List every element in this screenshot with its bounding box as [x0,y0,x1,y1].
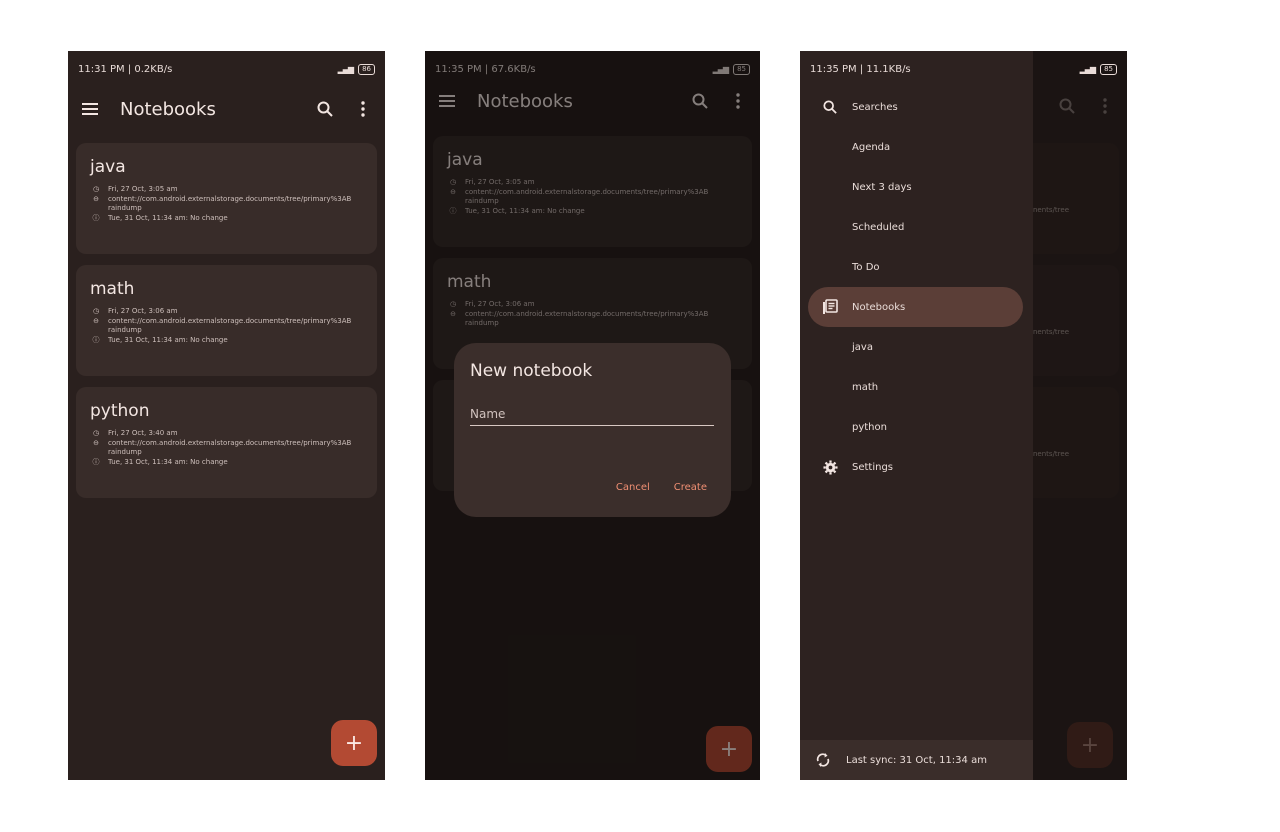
info-icon: ⓘ [92,336,100,344]
link-icon: ⊖ [93,317,99,325]
notebook-card-python[interactable]: python ◷ Fri, 27 Oct, 3:40 am ⊖ content://… [76,387,377,498]
notebook-path: content://com.android.externalstorage.do… [108,195,352,212]
status-time: 11:35 PM | 11.1KB/s [810,63,911,75]
notebook-path: content://com.android.externalstorage.do… [108,317,352,334]
notebook-card-math[interactable]: math ◷ Fri, 27 Oct, 3:06 am ⊖ content://co… [76,265,377,376]
notebook-list: java ◷ Fri, 27 Oct, 3:05 am ⊖ content://co… [76,143,377,509]
plus-icon: + [344,730,364,756]
drawer-item-agenda[interactable]: Agenda [800,127,1033,167]
info-icon: ⓘ [92,458,100,466]
menu-icon[interactable] [78,97,102,121]
notebook-created: Fri, 27 Oct, 3:05 am [108,185,178,193]
link-icon: ⊖ [93,439,99,447]
notebook-sync: Tue, 31 Oct, 11:34 am: No change [108,214,228,222]
cancel-button[interactable]: Cancel [616,482,650,493]
info-icon: ⓘ [92,214,100,222]
screen-notebooks: 11:31 PM | 0.2KB/s ▂▄▆ 86 Notebooks java… [68,51,385,780]
notebook-path: content://com.android.externalstorage.do… [108,439,352,456]
status-bar: 11:31 PM | 0.2KB/s ▂▄▆ 86 [68,51,385,87]
search-icon [822,99,838,115]
navigation-drawer: 11:35 PM | 11.1KB/s ▂▄▆ 85 Searches Agen… [800,51,1117,780]
clock-icon: ◷ [92,185,100,193]
drawer-item-next-3-days[interactable]: Next 3 days [800,167,1033,207]
drawer-item-searches[interactable]: Searches [800,87,1033,127]
status-time: 11:31 PM | 0.2KB/s [78,63,173,75]
drawer-item-notebooks[interactable]: Notebooks [808,287,1023,327]
notebook-card-java[interactable]: java ◷ Fri, 27 Oct, 3:05 am ⊖ content://co… [76,143,377,254]
last-sync-text: Last sync: 31 Oct, 11:34 am [846,754,987,766]
drawer-item-java[interactable]: java [800,327,1033,367]
drawer-item-label: Notebooks [852,301,906,313]
notebook-name: math [90,279,135,299]
status-bar: 11:35 PM | 11.1KB/s ▂▄▆ 85 [800,51,1127,87]
drawer-item-label: To Do [852,261,880,273]
notebook-name: java [90,157,126,177]
new-notebook-dialog: New notebook Cancel Create [454,343,731,517]
dialog-title: New notebook [470,361,593,381]
sync-icon [816,752,830,771]
drawer-item-label: Scheduled [852,221,905,233]
screen-navigation-drawer: nents/tree nents/tree nents/tree + 11:35… [800,51,1127,780]
signal-icon: ▂▄▆ [337,64,355,74]
drawer-item-label: Next 3 days [852,181,912,193]
battery-icon: 85 [1100,63,1117,75]
drawer-item-label: python [852,421,887,433]
drawer-item-to-do[interactable]: To Do [800,247,1033,287]
page-title: Notebooks [120,98,216,120]
drawer-item-python[interactable]: python [800,407,1033,447]
notebook-created: Fri, 27 Oct, 3:40 am [108,429,178,437]
clock-icon: ◷ [92,307,100,315]
drawer-item-label: math [852,381,879,393]
drawer-item-settings[interactable]: Settings [800,447,1033,487]
drawer-item-label: Agenda [852,141,891,153]
drawer-item-label: Settings [852,461,894,473]
signal-icon: ▂▄▆ [1079,64,1097,74]
more-options-icon[interactable] [351,97,375,121]
gear-icon [822,459,838,475]
search-icon[interactable] [313,97,337,121]
app-bar: Notebooks [68,87,385,131]
battery-icon: 86 [358,63,375,75]
notebooks-icon [822,299,838,315]
link-icon: ⊖ [93,195,99,203]
notebook-name-input[interactable] [470,403,714,426]
drawer-item-scheduled[interactable]: Scheduled [800,207,1033,247]
notebook-created: Fri, 27 Oct, 3:06 am [108,307,178,315]
drawer-menu: Searches Agenda Next 3 days Scheduled To… [800,87,1033,487]
notebook-name: python [90,401,150,421]
clock-icon: ◷ [92,429,100,437]
create-button[interactable]: Create [674,482,707,493]
notebook-sync: Tue, 31 Oct, 11:34 am: No change [108,458,228,466]
drawer-item-math[interactable]: math [800,367,1033,407]
drawer-item-label: Searches [852,101,898,113]
notebook-sync: Tue, 31 Oct, 11:34 am: No change [108,336,228,344]
screen-new-notebook-dialog: 11:35 PM | 67.6KB/s ▂▄▆ 85 Notebooks jav… [425,51,760,780]
drawer-item-label: java [852,341,873,353]
last-sync-bar[interactable]: Last sync: 31 Oct, 11:34 am [800,740,1033,780]
add-notebook-button[interactable]: + [331,720,377,766]
